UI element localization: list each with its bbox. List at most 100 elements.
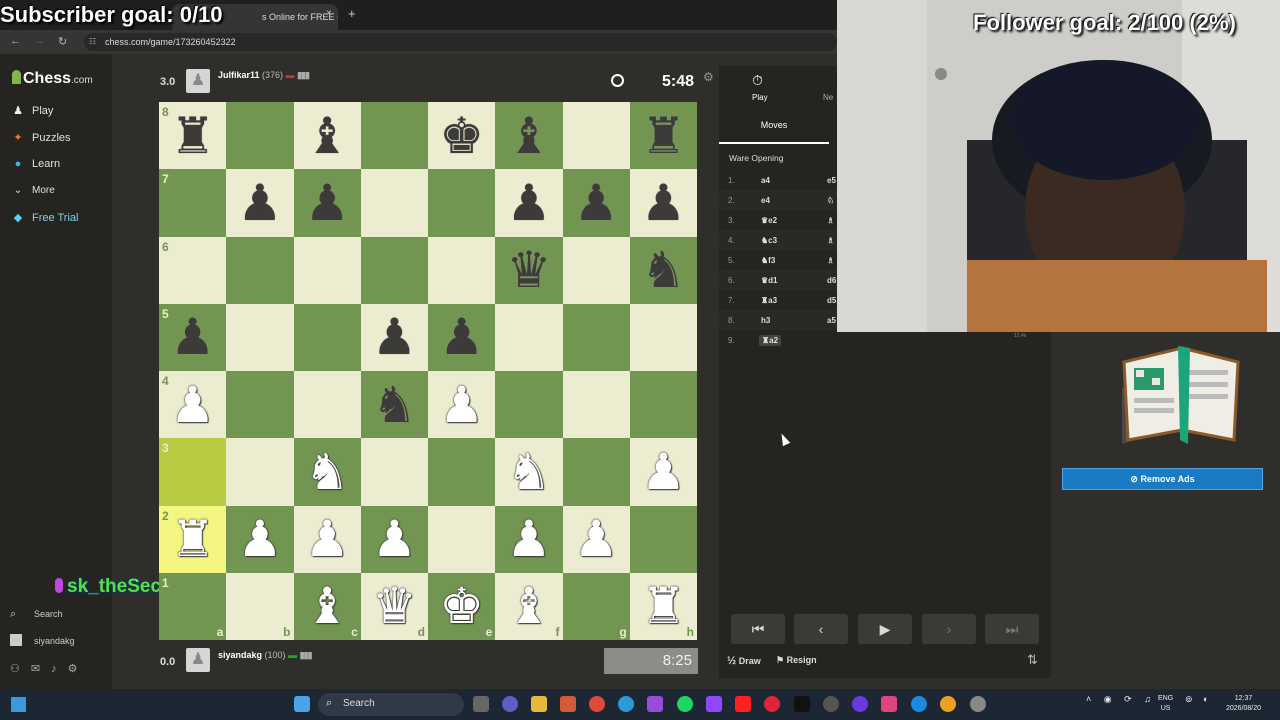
white-bishop-icon[interactable]: ♝ — [495, 573, 562, 640]
square-h6[interactable]: ♞ — [629, 236, 697, 304]
resign-button[interactable]: ⚑ Resign — [776, 655, 817, 666]
square-e2[interactable] — [428, 505, 496, 573]
edge-icon[interactable] — [618, 696, 634, 712]
white-move[interactable]: ♞c3 — [761, 236, 777, 245]
square-b6[interactable] — [226, 236, 294, 304]
obs-icon[interactable] — [970, 696, 986, 712]
square-d8[interactable] — [360, 102, 428, 170]
square-c7[interactable]: ♟ — [293, 169, 361, 237]
sidebar-profile[interactable]: siyandakg — [10, 634, 75, 646]
last-move-button[interactable]: ⏭ — [985, 614, 1039, 644]
sidebar-item-free-trial[interactable]: ◆ Free Trial — [10, 211, 79, 224]
square-f6[interactable]: ♛ — [495, 236, 563, 304]
sidebar-utility-icons[interactable]: ⚇✉♪⚙ — [10, 662, 88, 675]
reload-icon[interactable]: ↻ — [58, 35, 67, 48]
square-e8[interactable]: ♚ — [428, 102, 496, 170]
remove-ads-button[interactable]: ⊘ Remove Ads — [1062, 468, 1263, 490]
white-move[interactable]: ♜a3 — [761, 296, 777, 305]
mail-icon[interactable]: ✉ — [31, 663, 51, 675]
square-g7[interactable]: ♟ — [562, 169, 630, 237]
black-pawn-icon[interactable]: ♟ — [226, 169, 293, 236]
square-c3[interactable]: ♞ — [293, 438, 361, 506]
white-move[interactable]: e4 — [761, 196, 770, 205]
square-h5[interactable] — [629, 303, 697, 371]
square-a5[interactable]: 5 ♟ — [159, 303, 227, 371]
top-player-avatar[interactable]: ♟ — [186, 69, 210, 93]
pinterest-icon[interactable] — [764, 696, 780, 712]
white-pawn-icon[interactable]: ♟ — [428, 371, 495, 438]
square-h3[interactable]: ♟ — [629, 438, 697, 506]
white-pawn-icon[interactable]: ♟ — [294, 506, 361, 573]
white-pawn-icon[interactable]: ♟ — [563, 506, 630, 573]
square-f5[interactable] — [495, 303, 563, 371]
app-icon[interactable] — [911, 696, 927, 712]
chess-board[interactable]: 8 ♜ ♝ ♚ ♝ ♜ 7 ♟ ♟ ♟ ♟ ♟ 6 ♛ ♞ 5 ♟ ♟ ♟ 4 ♟ ♞ ♟ 3 ♞ ♞ ♟ 2 ♜ ♟ ♟ ♟ ♟ ♟ 1 a b c ♝ d… — [159, 102, 697, 640]
white-pawn-icon[interactable]: ♟ — [630, 438, 697, 505]
black-bishop-icon[interactable]: ♝ — [294, 102, 361, 169]
square-g8[interactable] — [562, 102, 630, 170]
square-d7[interactable] — [360, 169, 428, 237]
white-bishop-icon[interactable]: ♝ — [294, 573, 361, 640]
black-move[interactable]: ♘ — [827, 196, 837, 205]
browser-icon[interactable] — [940, 696, 956, 712]
square-g6[interactable] — [562, 236, 630, 304]
friends-icon[interactable]: ⚇ — [10, 663, 31, 675]
twitch-icon[interactable] — [706, 696, 722, 712]
square-f8[interactable]: ♝ — [495, 102, 563, 170]
black-rook-icon[interactable]: ♜ — [630, 102, 697, 169]
chess-logo[interactable]: Chess.com — [12, 70, 93, 88]
teams-icon[interactable] — [502, 696, 518, 712]
square-f1[interactable]: f ♝ — [495, 572, 563, 640]
square-d3[interactable] — [360, 438, 428, 506]
white-rook-icon[interactable]: ♜ — [630, 573, 697, 640]
black-move[interactable]: d5 — [827, 296, 837, 305]
stopwatch-icon[interactable]: ⏱ — [752, 72, 763, 89]
tray-icons[interactable]: ˄ ◉ ⟳ ♫ — [1086, 694, 1156, 704]
taskbar-search[interactable]: Search — [318, 693, 464, 716]
tab-play[interactable]: Play — [752, 93, 768, 102]
square-h1[interactable]: h ♜ — [629, 572, 697, 640]
app-launcher-icon[interactable] — [11, 697, 26, 712]
square-a4[interactable]: 4 ♟ — [159, 371, 227, 439]
black-pawn-icon[interactable]: ♟ — [428, 304, 495, 371]
spotify-icon[interactable] — [677, 696, 693, 712]
black-king-icon[interactable]: ♚ — [428, 102, 495, 169]
square-a1[interactable]: 1a — [159, 572, 227, 640]
black-move[interactable]: d6 — [827, 276, 837, 285]
tab-close-icon[interactable]: × — [326, 8, 332, 19]
square-g2[interactable]: ♟ — [562, 505, 630, 573]
square-g1[interactable]: g — [562, 572, 630, 640]
black-knight-icon[interactable]: ♞ — [361, 371, 428, 438]
square-b5[interactable] — [226, 303, 294, 371]
sidebar-item-more[interactable]: ⌄ More — [10, 185, 55, 196]
square-b2[interactable]: ♟ — [226, 505, 294, 573]
black-bishop-icon[interactable]: ♝ — [495, 102, 562, 169]
black-pawn-icon[interactable]: ♟ — [495, 169, 562, 236]
square-c4[interactable] — [293, 371, 361, 439]
sidebar-item-puzzles[interactable]: ✦ Puzzles — [10, 131, 70, 144]
square-d2[interactable]: ♟ — [360, 505, 428, 573]
clock[interactable]: 12:37 2026/08/20 — [1226, 694, 1261, 714]
black-knight-icon[interactable]: ♞ — [630, 237, 697, 304]
first-move-button[interactable]: ⏮ — [731, 614, 785, 644]
black-pawn-icon[interactable]: ♟ — [630, 169, 697, 236]
url-input[interactable]: chess.com/game/173260452322 — [84, 33, 837, 51]
square-h4[interactable] — [629, 371, 697, 439]
black-move[interactable]: ♗ — [827, 256, 837, 265]
white-move[interactable]: ♜a2 — [759, 335, 782, 346]
tab-new-game[interactable]: Ne — [823, 93, 833, 102]
white-move[interactable]: h3 — [761, 316, 770, 325]
square-d6[interactable] — [360, 236, 428, 304]
store-icon[interactable] — [560, 696, 576, 712]
black-move[interactable]: e5 — [827, 176, 837, 185]
black-queen-icon[interactable]: ♛ — [495, 237, 562, 304]
square-f3[interactable]: ♞ — [495, 438, 563, 506]
square-h8[interactable]: ♜ — [629, 102, 697, 170]
square-c8[interactable]: ♝ — [293, 102, 361, 170]
white-pawn-icon[interactable]: ♟ — [361, 506, 428, 573]
bell-icon[interactable]: ♪ — [51, 663, 68, 675]
square-e3[interactable] — [428, 438, 496, 506]
task-view-icon[interactable] — [473, 696, 489, 712]
white-move[interactable]: ♞f3 — [761, 256, 775, 265]
square-b3[interactable] — [226, 438, 294, 506]
